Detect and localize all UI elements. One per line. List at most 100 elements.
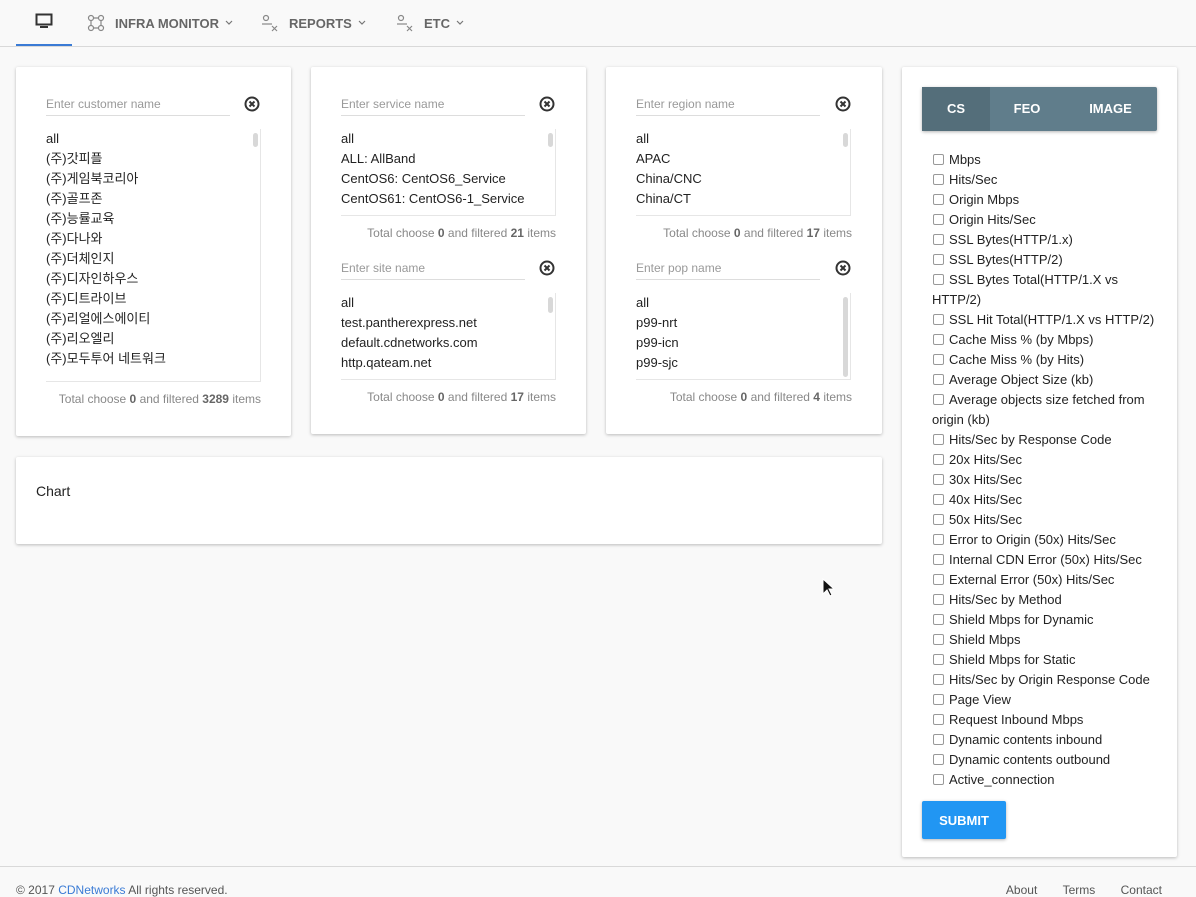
metric-option[interactable]: Internal CDN Error (50x) Hits/Sec: [932, 550, 1162, 570]
tab-feo[interactable]: FEO: [990, 87, 1064, 131]
metric-option[interactable]: SSL Bytes(HTTP/2): [932, 250, 1162, 270]
metric-option[interactable]: SSL Hit Total(HTTP/1.X vs HTTP/2): [932, 310, 1162, 330]
region-list[interactable]: all APAC China/CNC China/CT: [636, 129, 851, 216]
customer-list[interactable]: all (주)갓피플 (주)게임북코리아 (주)골프존 (주)능률교육 (주)다나와 (주)…: [46, 129, 261, 382]
nav-home[interactable]: [16, 0, 72, 46]
list-item[interactable]: (주)갓피플: [46, 149, 247, 169]
metric-checkbox[interactable]: [933, 554, 944, 565]
metric-checkbox[interactable]: [933, 714, 944, 725]
metric-option[interactable]: SSL Bytes Total(HTTP/1.X vs HTTP/2): [932, 270, 1162, 310]
customer-search-input[interactable]: [46, 94, 230, 114]
list-item[interactable]: test.pantherexpress.net: [341, 313, 542, 333]
list-item[interactable]: APAC: [636, 149, 837, 169]
metric-checkbox[interactable]: [933, 774, 944, 785]
list-item[interactable]: (주)능률교육: [46, 209, 247, 229]
list-item[interactable]: p99-sjc: [636, 353, 837, 373]
metric-checkbox[interactable]: [933, 574, 944, 585]
nav-etc[interactable]: ETC: [396, 0, 464, 46]
metric-checkbox[interactable]: [933, 614, 944, 625]
list-item[interactable]: p99-icn: [636, 333, 837, 353]
metric-checkbox[interactable]: [933, 674, 944, 685]
list-item[interactable]: (주)더체인지: [46, 249, 247, 269]
metric-checkbox[interactable]: [933, 734, 944, 745]
metric-checkbox[interactable]: [933, 254, 944, 265]
metric-option[interactable]: Shield Mbps: [932, 630, 1162, 650]
metric-checkbox[interactable]: [933, 494, 944, 505]
metric-option[interactable]: Dynamic contents inbound: [932, 730, 1162, 750]
list-item[interactable]: (주)게임북코리아: [46, 169, 247, 189]
metric-option[interactable]: Cache Miss % (by Hits): [932, 350, 1162, 370]
site-list[interactable]: all test.pantherexpress.net default.cdnetw…: [341, 293, 556, 380]
metric-option[interactable]: External Error (50x) Hits/Sec: [932, 570, 1162, 590]
list-item[interactable]: all: [636, 293, 837, 313]
footer-link-terms[interactable]: Terms: [1063, 883, 1096, 897]
service-list[interactable]: all ALL: AllBand CentOS6: CentOS6_Service C…: [341, 129, 556, 216]
metric-checkbox[interactable]: [933, 314, 944, 325]
list-item[interactable]: (주)골프존: [46, 189, 247, 209]
region-list-scrollbar[interactable]: [843, 133, 848, 147]
list-item[interactable]: China/CT: [636, 189, 837, 209]
list-item[interactable]: default.cdnetworks.com: [341, 333, 542, 353]
pop-search-input[interactable]: [636, 258, 820, 278]
company-link[interactable]: CDNetworks: [58, 883, 125, 897]
metric-option[interactable]: Average Object Size (kb): [932, 370, 1162, 390]
metric-checkbox[interactable]: [933, 214, 944, 225]
metric-option[interactable]: Origin Hits/Sec: [932, 210, 1162, 230]
metric-checkbox[interactable]: [933, 534, 944, 545]
metric-checkbox[interactable]: [933, 394, 944, 405]
tab-image[interactable]: IMAGE: [1064, 87, 1157, 131]
metric-option[interactable]: Hits/Sec by Origin Response Code: [932, 670, 1162, 690]
list-item[interactable]: (주)리얼에스에이티: [46, 309, 247, 329]
metric-checkbox[interactable]: [933, 694, 944, 705]
list-item[interactable]: all: [341, 129, 542, 149]
list-item[interactable]: all: [46, 129, 247, 149]
region-search-input[interactable]: [636, 94, 820, 114]
metric-option[interactable]: Origin Mbps: [932, 190, 1162, 210]
metric-checkbox[interactable]: [933, 234, 944, 245]
metric-option[interactable]: Error to Origin (50x) Hits/Sec: [932, 530, 1162, 550]
list-item[interactable]: p99-nrt: [636, 313, 837, 333]
metric-checkbox[interactable]: [933, 434, 944, 445]
metric-option[interactable]: Page View: [932, 690, 1162, 710]
list-item[interactable]: (주)디트라이브: [46, 289, 247, 309]
metric-checkbox[interactable]: [933, 654, 944, 665]
nav-infra-monitor[interactable]: INFRA MONITOR: [87, 0, 233, 46]
metric-checkbox[interactable]: [933, 634, 944, 645]
metric-option[interactable]: 30x Hits/Sec: [932, 470, 1162, 490]
clear-icon[interactable]: [539, 96, 555, 112]
customer-list-scrollbar[interactable]: [253, 133, 258, 147]
pop-list-scrollbar[interactable]: [843, 297, 848, 377]
metric-option[interactable]: Hits/Sec: [932, 170, 1162, 190]
site-list-scrollbar[interactable]: [548, 297, 553, 313]
list-item[interactable]: all: [341, 293, 542, 313]
site-search-input[interactable]: [341, 258, 525, 278]
pop-list[interactable]: all p99-nrt p99-icn p99-sjc: [636, 293, 851, 380]
metric-checkbox[interactable]: [933, 194, 944, 205]
metric-checkbox[interactable]: [933, 754, 944, 765]
list-item[interactable]: all: [636, 129, 837, 149]
metric-checkbox[interactable]: [933, 474, 944, 485]
metric-checkbox[interactable]: [933, 274, 944, 285]
list-item[interactable]: ALL: AllBand: [341, 149, 542, 169]
list-item[interactable]: (주)디자인하우스: [46, 269, 247, 289]
tab-cs[interactable]: CS: [922, 87, 990, 131]
metric-option[interactable]: Shield Mbps for Static: [932, 650, 1162, 670]
list-item[interactable]: (주)다나와: [46, 229, 247, 249]
metric-option[interactable]: 20x Hits/Sec: [932, 450, 1162, 470]
list-item[interactable]: http.qateam.net: [341, 353, 542, 373]
service-list-scrollbar[interactable]: [548, 133, 553, 147]
metric-checkbox[interactable]: [933, 334, 944, 345]
clear-icon[interactable]: [539, 260, 555, 276]
metric-checkbox[interactable]: [933, 374, 944, 385]
metric-option[interactable]: 40x Hits/Sec: [932, 490, 1162, 510]
footer-link-about[interactable]: About: [1006, 883, 1037, 897]
clear-icon[interactable]: [835, 96, 851, 112]
metric-option[interactable]: Dynamic contents outbound: [932, 750, 1162, 770]
nav-reports[interactable]: REPORTS: [261, 0, 366, 46]
clear-icon[interactable]: [244, 96, 260, 112]
service-search-input[interactable]: [341, 94, 525, 114]
metric-option[interactable]: Hits/Sec by Method: [932, 590, 1162, 610]
metric-option[interactable]: Cache Miss % (by Mbps): [932, 330, 1162, 350]
metric-checkbox[interactable]: [933, 154, 944, 165]
metric-checkbox[interactable]: [933, 594, 944, 605]
